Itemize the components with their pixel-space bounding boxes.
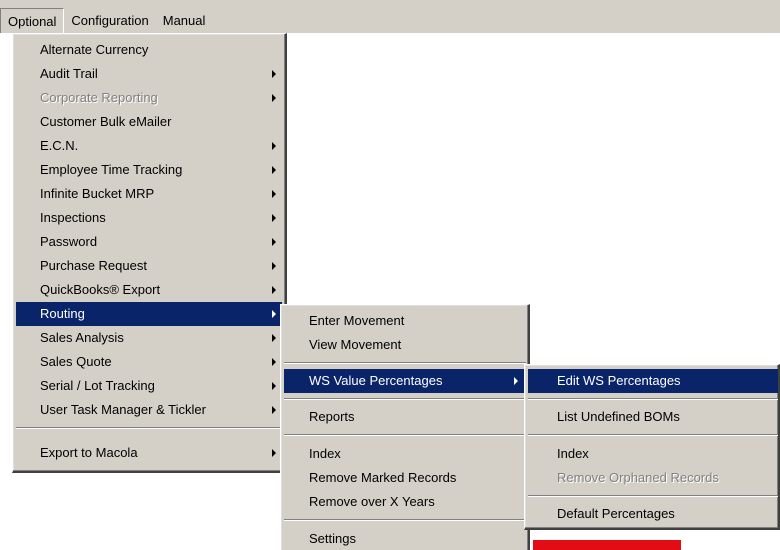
menu-item-customer-bulk-emailer[interactable]: Customer Bulk eMailer: [16, 110, 282, 134]
menu-manual[interactable]: Manual: [156, 8, 213, 33]
submenu-arrow-icon: [272, 142, 276, 150]
menu-item-enter-movement[interactable]: Enter Movement: [284, 309, 526, 333]
menu-separator: [284, 362, 526, 364]
background-red-element: [533, 540, 681, 550]
menu-bar: Optional Configuration Manual: [0, 0, 780, 33]
menu-separator: [16, 427, 282, 429]
menu-item-reports[interactable]: Reports: [284, 405, 526, 429]
submenu-arrow-icon: [514, 377, 518, 385]
menu-item-audit-trail[interactable]: Audit Trail: [16, 62, 282, 86]
submenu-arrow-icon: [272, 449, 276, 457]
routing-submenu: Enter Movement View Movement WS Value Pe…: [280, 304, 530, 550]
submenu-arrow-icon: [272, 310, 276, 318]
menu-separator: [284, 434, 526, 436]
submenu-arrow-icon: [272, 166, 276, 174]
menu-separator: [284, 519, 526, 521]
menu-item-settings[interactable]: Settings: [284, 527, 526, 550]
menu-item-remove-over-x-years[interactable]: Remove over X Years: [284, 490, 526, 514]
menu-separator: [528, 495, 778, 497]
submenu-arrow-icon: [272, 70, 276, 78]
menu-item-password[interactable]: Password: [16, 230, 282, 254]
submenu-arrow-icon: [272, 358, 276, 366]
menu-item-routing[interactable]: Routing: [16, 302, 282, 326]
submenu-arrow-icon: [272, 334, 276, 342]
menu-item-inspections[interactable]: Inspections: [16, 206, 282, 230]
menu-item-alternate-currency[interactable]: Alternate Currency: [16, 38, 282, 62]
submenu-arrow-icon: [272, 238, 276, 246]
menu-item-ws-value-percentages[interactable]: WS Value Percentages: [284, 369, 526, 393]
menu-item-serial-lot-tracking[interactable]: Serial / Lot Tracking: [16, 374, 282, 398]
menu-item-ws-index[interactable]: Index: [528, 442, 778, 466]
optional-dropdown: Alternate Currency Audit Trail Corporate…: [12, 33, 287, 473]
menu-item-edit-ws-percentages[interactable]: Edit WS Percentages: [528, 369, 778, 393]
menu-item-quickbooks-export[interactable]: QuickBooks® Export: [16, 278, 282, 302]
menu-separator: [528, 434, 778, 436]
menu-item-ecn[interactable]: E.C.N.: [16, 134, 282, 158]
submenu-arrow-icon: [272, 190, 276, 198]
menu-item-default-percentages[interactable]: Default Percentages: [528, 502, 778, 526]
menu-item-user-task-manager[interactable]: User Task Manager & Tickler: [16, 398, 282, 422]
menu-separator: [284, 398, 526, 400]
submenu-arrow-icon: [272, 406, 276, 414]
submenu-arrow-icon: [272, 214, 276, 222]
menu-item-remove-orphaned-records: Remove Orphaned Records: [557, 470, 719, 485]
menu-item-list-undefined-boms[interactable]: List Undefined BOMs: [528, 405, 778, 429]
menu-item-view-movement[interactable]: View Movement: [284, 333, 526, 357]
menu-item-sales-analysis[interactable]: Sales Analysis: [16, 326, 282, 350]
menu-separator: [528, 398, 778, 400]
submenu-arrow-icon: [272, 382, 276, 390]
menu-optional[interactable]: Optional: [0, 8, 65, 33]
menu-item-corporate-reporting: Corporate Reporting: [16, 86, 282, 110]
menu-item-employee-time-tracking[interactable]: Employee Time Tracking: [16, 158, 282, 182]
ws-percentages-submenu: Edit WS Percentages List Undefined BOMs …: [524, 364, 780, 530]
menu-item-index[interactable]: Index: [284, 442, 526, 466]
menu-configuration[interactable]: Configuration: [64, 8, 155, 33]
menu-item-purchase-request[interactable]: Purchase Request: [16, 254, 282, 278]
submenu-arrow-icon: [272, 94, 276, 102]
menu-bar-items: Optional Configuration Manual: [0, 8, 212, 33]
menu-item-infinite-bucket-mrp[interactable]: Infinite Bucket MRP: [16, 182, 282, 206]
menu-item-remove-marked-records[interactable]: Remove Marked Records: [284, 466, 526, 490]
menu-item-export-to-macola[interactable]: Export to Macola: [16, 441, 282, 465]
menu-item-sales-quote[interactable]: Sales Quote: [16, 350, 282, 374]
submenu-arrow-icon: [272, 286, 276, 294]
submenu-arrow-icon: [272, 262, 276, 270]
